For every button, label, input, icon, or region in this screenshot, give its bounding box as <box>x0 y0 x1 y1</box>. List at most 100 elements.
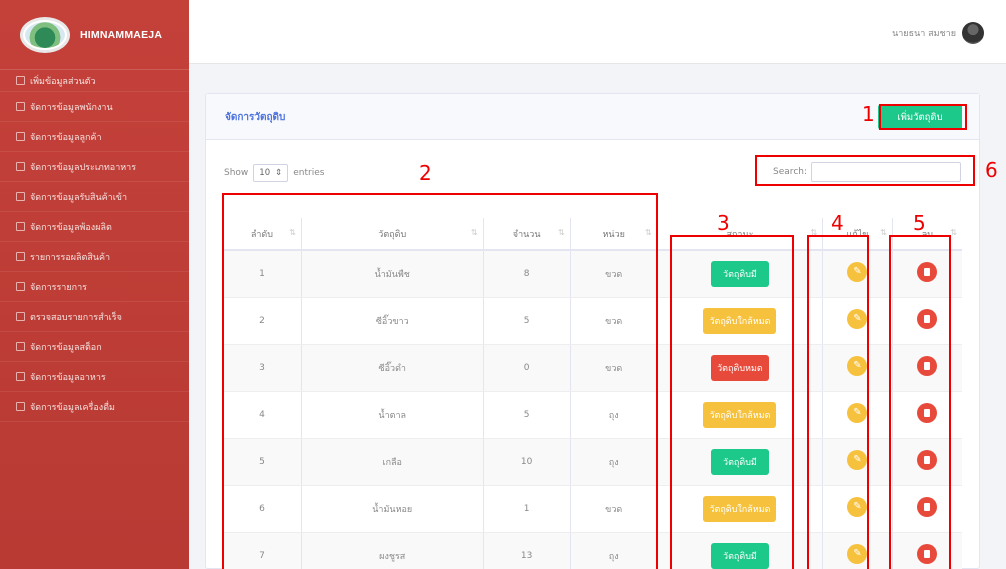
topbar: นายธนา สมชาย <box>189 0 1006 64</box>
delete-icon[interactable] <box>917 309 938 329</box>
delete-icon[interactable] <box>917 356 938 376</box>
cell-delete <box>892 485 962 533</box>
sidebar-item[interactable]: เพิ่มข้อมูลส่วนตัว <box>0 70 189 92</box>
sidebar-item[interactable]: จัดการข้อมูลอาหาร <box>0 362 189 392</box>
table-row: 4 น้ำตาล 5 ถุง วัตถุดิบใกล้หมด <box>223 391 962 439</box>
cell-delete <box>892 391 962 439</box>
edit-icon[interactable] <box>847 262 868 283</box>
annotation-label-1: 1 <box>862 102 875 126</box>
annotation-label-2: 2 <box>419 161 432 185</box>
delete-icon[interactable] <box>917 403 938 423</box>
sidebar-item[interactable]: จัดการข้อมูลประเภทอาหาร <box>0 152 189 182</box>
sidebar-item-label: จัดการข้อมูลรับสินค้าเข้า <box>30 192 128 203</box>
sidebar-item[interactable]: จัดการข้อมูลรับสินค้าเข้า <box>0 182 189 212</box>
delete-icon[interactable] <box>917 450 938 470</box>
menu-item-icon <box>16 76 25 85</box>
cell-unit: ขวด <box>570 297 658 345</box>
sidebar-item-label: จัดการข้อมูลเครื่องดื่ม <box>30 402 115 413</box>
status-badge: วัตถุดิบใกล้หมด <box>703 307 777 334</box>
brand-name: HIMNAMMAEJA <box>80 28 163 41</box>
edit-icon[interactable] <box>847 309 868 329</box>
page-title: จัดการวัตถุดิบ <box>225 112 286 123</box>
user-menu[interactable]: นายธนา สมชาย <box>892 22 984 44</box>
delete-icon[interactable] <box>917 497 938 517</box>
menu-item-icon <box>16 252 25 261</box>
sidebar-item[interactable]: จัดการข้อมูลเครื่องดื่ม <box>0 392 189 422</box>
cell-edit <box>822 344 893 392</box>
cell-delete <box>892 250 962 298</box>
col-header-name[interactable]: วัตถุดิบ ⇅ <box>301 218 484 251</box>
cell-unit: ถุง <box>570 438 658 486</box>
sidebar-item[interactable]: จัดการรายการ <box>0 272 189 302</box>
status-badge: วัตถุดิบใกล้หมด <box>703 495 777 522</box>
sidebar-item-label: จัดการข้อมูลสต็อก <box>30 342 102 353</box>
entries-select[interactable]: 10 ⇕ <box>253 164 289 182</box>
cell-no: 3 <box>223 344 302 392</box>
annotation-label-3: 3 <box>717 211 730 235</box>
search: Search: <box>773 162 961 182</box>
table-row: 6 น้ำมันหอย 1 ขวด วัตถุดิบใกล้หมด <box>223 485 962 533</box>
col-header-no[interactable]: ลำดับ ⇅ <box>223 218 302 251</box>
cell-status: วัตถุดิบมี <box>657 532 824 569</box>
status-badge: วัตถุดิบหมด <box>710 354 769 381</box>
sidebar: HIMNAMMAEJA เพิ่มข้อมูลส่วนตัว จัดการข้อม… <box>0 0 189 569</box>
cell-qty: 0 <box>483 344 571 392</box>
menu-item-icon <box>16 162 25 171</box>
cell-qty: 13 <box>483 532 571 569</box>
annotation-label-4: 4 <box>831 211 844 235</box>
table-row: 7 ผงชูรส 13 ถุง วัตถุดิบมี <box>223 532 962 569</box>
cell-name: ผงชูรส <box>301 532 484 569</box>
ingredients-table: ลำดับ ⇅ วัตถุดิบ ⇅ จำนวน ⇅ หน่วย ⇅ สถานะ ⇅ แก… <box>223 218 962 569</box>
col-header-unit[interactable]: หน่วย ⇅ <box>570 218 658 251</box>
cell-name: เกลือ <box>301 438 484 486</box>
cell-name: ซีอิ๊วขาว <box>301 297 484 345</box>
brand[interactable]: HIMNAMMAEJA <box>0 0 189 70</box>
sidebar-item[interactable]: ตรวจสอบรายการสำเร็จ <box>0 302 189 332</box>
col-header-qty[interactable]: จำนวน ⇅ <box>483 218 571 251</box>
sidebar-item[interactable]: จัดการข้อมูลสต็อก <box>0 332 189 362</box>
cell-no: 7 <box>223 532 302 569</box>
sidebar-item[interactable]: จัดการข้อมูลลูกค้า <box>0 122 189 152</box>
sidebar-item-label: จัดการรายการ <box>30 282 87 293</box>
cell-status: วัตถุดิบใกล้หมด <box>657 485 824 533</box>
sort-icon: ⇅ <box>645 228 652 237</box>
entries-length: Show 10 ⇕ entries <box>224 164 324 182</box>
sidebar-item[interactable]: รายการรอผลิตสินค้า <box>0 242 189 272</box>
entries-value: 10 <box>259 168 271 178</box>
cell-delete <box>892 532 962 569</box>
annotation-label-5: 5 <box>913 211 926 235</box>
search-input[interactable] <box>811 162 961 182</box>
cell-unit: ขวด <box>570 250 658 298</box>
cell-no: 2 <box>223 297 302 345</box>
edit-icon[interactable] <box>847 497 868 517</box>
menu-item-icon <box>16 282 25 291</box>
edit-icon[interactable] <box>847 356 868 376</box>
add-ingredient-button[interactable]: เพิ่มวัตถุดิบ <box>878 105 962 129</box>
sort-icon: ⇅ <box>557 228 565 237</box>
delete-icon[interactable] <box>917 262 938 283</box>
menu-item-icon <box>16 372 25 381</box>
cell-edit <box>822 532 893 569</box>
edit-icon[interactable] <box>847 403 868 423</box>
edit-icon[interactable] <box>847 450 868 470</box>
status-badge: วัตถุดิบมี <box>710 448 769 475</box>
col-header-delete[interactable]: ลบ ⇅ <box>892 218 962 251</box>
col-header-status[interactable]: สถานะ ⇅ <box>657 218 824 251</box>
menu-item-icon <box>16 102 25 111</box>
table-header-row: ลำดับ ⇅ วัตถุดิบ ⇅ จำนวน ⇅ หน่วย ⇅ สถานะ ⇅ แก… <box>223 218 962 251</box>
status-badge: วัตถุดิบมี <box>710 260 769 287</box>
sidebar-item[interactable]: จัดการข้อมูลพนักงาน <box>0 92 189 122</box>
updown-icon: ⇕ <box>275 168 283 178</box>
table-row: 5 เกลือ 10 ถุง วัตถุดิบมี <box>223 438 962 486</box>
cell-unit: ขวด <box>570 344 658 392</box>
sidebar-item-label: รายการรอผลิตสินค้า <box>30 252 111 263</box>
sort-icon: ⇅ <box>470 228 478 237</box>
cell-delete <box>892 438 962 486</box>
cell-no: 6 <box>223 485 302 533</box>
edit-icon[interactable] <box>847 544 868 564</box>
cell-status: วัตถุดิบหมด <box>657 344 824 392</box>
cell-name: น้ำตาล <box>301 391 484 439</box>
sidebar-item-label: จัดการข้อมูลประเภทอาหาร <box>30 162 137 173</box>
delete-icon[interactable] <box>917 544 938 564</box>
sidebar-item[interactable]: จัดการข้อมูลพ้องผลิต <box>0 212 189 242</box>
